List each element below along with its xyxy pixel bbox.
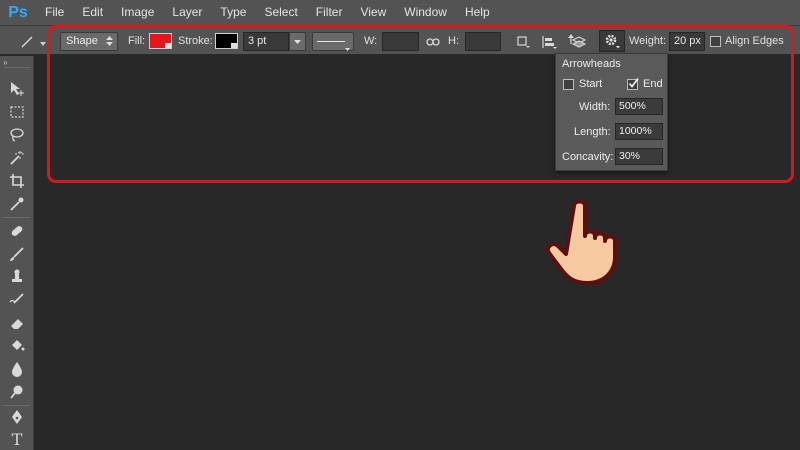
menu-layer[interactable]: Layer — [163, 0, 211, 25]
menu-view[interactable]: View — [351, 0, 395, 25]
menu-edit[interactable]: Edit — [73, 0, 112, 25]
menu-select[interactable]: Select — [255, 0, 306, 25]
marquee-icon[interactable] — [8, 103, 26, 121]
type-icon[interactable]: T — [8, 430, 26, 449]
menu-type[interactable]: Type — [211, 0, 255, 25]
toolbar-divider — [4, 217, 30, 218]
menu-help[interactable]: Help — [456, 0, 499, 25]
menu-bar: Ps File Edit Image Layer Type Select Fil… — [0, 0, 800, 25]
menu-image[interactable]: Image — [112, 0, 163, 25]
tool-preset-dropdown-icon[interactable] — [40, 37, 46, 46]
magic-wand-icon[interactable] — [8, 149, 26, 167]
eyedropper-icon[interactable] — [8, 195, 26, 213]
collapse-panel-icon[interactable]: » — [3, 58, 7, 67]
brush-icon[interactable] — [8, 245, 26, 263]
toolbar-divider — [4, 67, 30, 68]
menu-filter[interactable]: Filter — [307, 0, 352, 25]
blur-icon[interactable] — [8, 360, 26, 378]
paint-bucket-icon[interactable] — [8, 337, 26, 355]
menu-window[interactable]: Window — [395, 0, 456, 25]
healing-brush-icon[interactable] — [8, 222, 26, 240]
pointing-hand-icon — [544, 196, 636, 288]
crop-icon[interactable] — [8, 172, 26, 190]
highlight-frame — [47, 25, 794, 183]
pen-icon[interactable] — [8, 408, 26, 426]
toolbar-divider — [4, 405, 30, 406]
dodge-icon[interactable] — [8, 383, 26, 401]
tools-panel: » T — [0, 56, 34, 450]
lasso-icon[interactable] — [8, 126, 26, 144]
eraser-icon[interactable] — [8, 314, 26, 332]
menu-file[interactable]: File — [36, 0, 73, 25]
clone-stamp-icon[interactable] — [8, 268, 26, 286]
move-icon[interactable] — [8, 80, 26, 98]
history-brush-icon[interactable] — [8, 291, 26, 309]
photoshop-logo: Ps — [8, 3, 28, 21]
line-tool-preset-icon[interactable] — [18, 32, 36, 51]
